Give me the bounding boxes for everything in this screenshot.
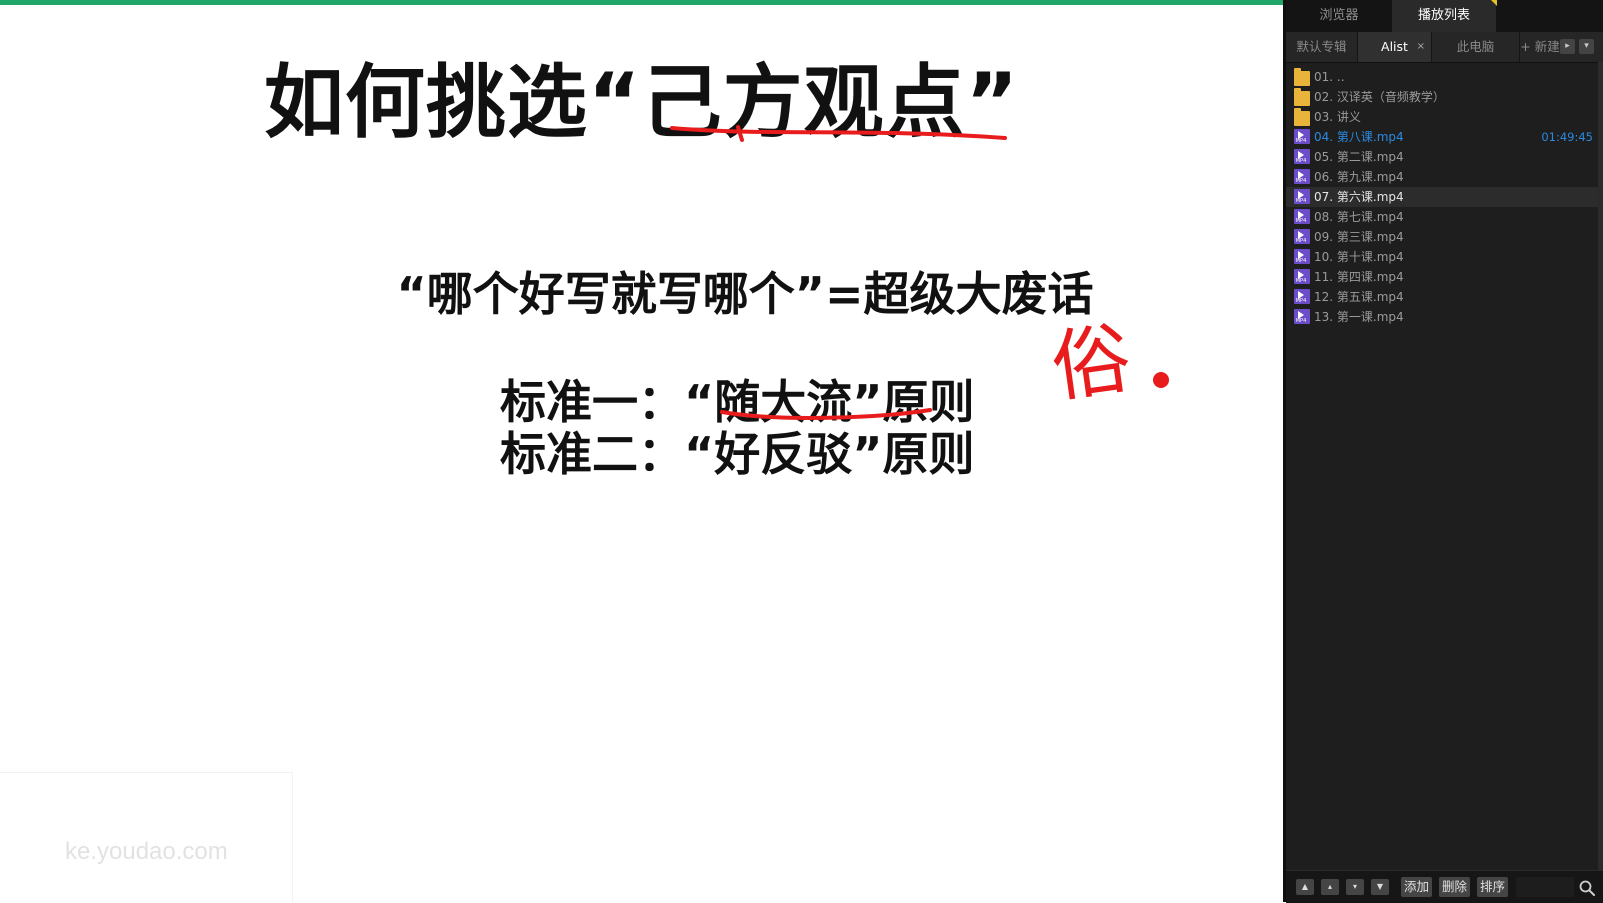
playlist-item-label: 08. 第七课.mp4 <box>1314 210 1404 224</box>
playlist-item[interactable]: 13. 第一课.mp4 <box>1286 307 1598 327</box>
playlist-item-label: 01. .. <box>1314 70 1345 84</box>
playlist-toolbar: ▲ ▴ ▾ ▼ 添加 删除 排序 <box>1286 870 1603 903</box>
playlist-item[interactable]: 08. 第七课.mp4 <box>1286 207 1598 227</box>
watermark-box <box>0 772 293 902</box>
playlist-item-label: 12. 第五课.mp4 <box>1314 290 1404 304</box>
move-to-bottom-icon[interactable]: ▼ <box>1371 879 1389 895</box>
playlist-item[interactable]: 01. .. <box>1286 67 1598 87</box>
sort-button[interactable]: 排序 <box>1477 877 1509 897</box>
playlist-item-label: 09. 第三课.mp4 <box>1314 230 1404 244</box>
tab-browser[interactable]: 浏览器 <box>1286 0 1392 32</box>
scrollbar[interactable] <box>1598 62 1603 870</box>
video-file-icon <box>1294 169 1310 184</box>
tab-corner-marker <box>1491 0 1497 6</box>
playlist-item[interactable]: 03. 讲义 <box>1286 107 1598 127</box>
playlist-item[interactable]: 07. 第六课.mp4 <box>1286 187 1598 207</box>
playlist-item-label: 10. 第十课.mp4 <box>1314 250 1404 264</box>
slide-standard-2: 标准二：“好反驳”原则 <box>500 427 975 481</box>
playlist-item[interactable]: 10. 第十课.mp4 <box>1286 247 1598 267</box>
folder-icon <box>1294 88 1310 106</box>
tab-playlist[interactable]: 播放列表 <box>1392 0 1496 32</box>
video-file-icon <box>1294 249 1310 264</box>
video-file-icon <box>1294 229 1310 244</box>
playlist-panel: 浏览器 播放列表 默认专辑 Alist × 此电脑 + 新建 ▸ ▾ 01. .… <box>1283 0 1603 903</box>
playlist-item[interactable]: 09. 第三课.mp4 <box>1286 227 1598 247</box>
video-file-icon <box>1294 129 1310 144</box>
move-to-top-icon[interactable]: ▲ <box>1296 879 1314 895</box>
video-file-icon <box>1294 289 1310 304</box>
video-file-icon <box>1294 269 1310 284</box>
album-tab-default[interactable]: 默认专辑 <box>1286 32 1358 62</box>
album-tab-alist-label: Alist <box>1381 39 1408 54</box>
folder-icon <box>1294 108 1310 126</box>
playlist-item-label: 13. 第一课.mp4 <box>1314 310 1404 324</box>
slide-line-1: “哪个好写就写哪个”=超级大废话 <box>396 267 1094 321</box>
playlist-item[interactable]: 04. 第八课.mp4 01:49:45 <box>1286 127 1598 147</box>
video-file-icon <box>1294 149 1310 164</box>
playlist-item[interactable]: 12. 第五课.mp4 <box>1286 287 1598 307</box>
move-down-icon[interactable]: ▾ <box>1346 879 1364 895</box>
watermark: ke.youdao.com <box>65 838 228 865</box>
album-tab-alist[interactable]: Alist × <box>1358 32 1432 62</box>
handwriting-su: 俗 <box>1047 314 1137 414</box>
handwriting-dot <box>1153 372 1169 388</box>
search-icon[interactable] <box>1578 879 1596 897</box>
video-file-icon <box>1294 209 1310 224</box>
move-up-icon[interactable]: ▴ <box>1321 879 1339 895</box>
video-area[interactable]: 如何挑选“己方观点” “哪个好写就写哪个”=超级大废话 标准一：“随大流”原则 … <box>0 0 1283 902</box>
album-tabs: 默认专辑 Alist × 此电脑 + 新建 ▸ ▾ <box>1286 32 1603 63</box>
playlist-item-label: 05. 第二课.mp4 <box>1314 150 1404 164</box>
playlist-item[interactable]: 06. 第九课.mp4 <box>1286 167 1598 187</box>
video-file-icon <box>1294 309 1310 324</box>
chevron-down-icon[interactable]: ▾ <box>1579 39 1594 54</box>
panel-tabs: 浏览器 播放列表 <box>1286 0 1603 32</box>
playlist-item[interactable]: 02. 汉译英（音频教学） <box>1286 87 1598 107</box>
slide-title: 如何挑选“己方观点” <box>263 56 1020 149</box>
progress-top-bar <box>0 0 1283 5</box>
playlist-item-label: 02. 汉译英（音频教学） <box>1314 90 1445 104</box>
video-file-icon <box>1294 189 1310 204</box>
add-button[interactable]: 添加 <box>1401 877 1433 897</box>
playlist-item-label: 06. 第九课.mp4 <box>1314 170 1404 184</box>
playlist-item[interactable]: 05. 第二课.mp4 <box>1286 147 1598 167</box>
playlist-item-duration: 01:49:45 <box>1541 130 1593 144</box>
folder-icon <box>1294 68 1310 86</box>
album-tab-new[interactable]: + 新建 <box>1520 32 1560 62</box>
playlist-list: 01. .. 02. 汉译英（音频教学） 03. 讲义 04. 第八课.mp4 01:4… <box>1286 67 1598 327</box>
playlist-item-label: 11. 第四课.mp4 <box>1314 270 1404 284</box>
delete-button[interactable]: 删除 <box>1439 877 1471 897</box>
album-tab-this-pc[interactable]: 此电脑 <box>1432 32 1520 62</box>
playlist-item-label: 03. 讲义 <box>1314 110 1361 124</box>
chevron-right-icon[interactable]: ▸ <box>1560 39 1575 54</box>
playlist-item[interactable]: 11. 第四课.mp4 <box>1286 267 1598 287</box>
playlist-item-label: 04. 第八课.mp4 <box>1314 130 1404 144</box>
playlist-item-label: 07. 第六课.mp4 <box>1314 190 1404 204</box>
close-icon[interactable]: × <box>1417 32 1425 62</box>
search-input[interactable] <box>1516 877 1574 897</box>
